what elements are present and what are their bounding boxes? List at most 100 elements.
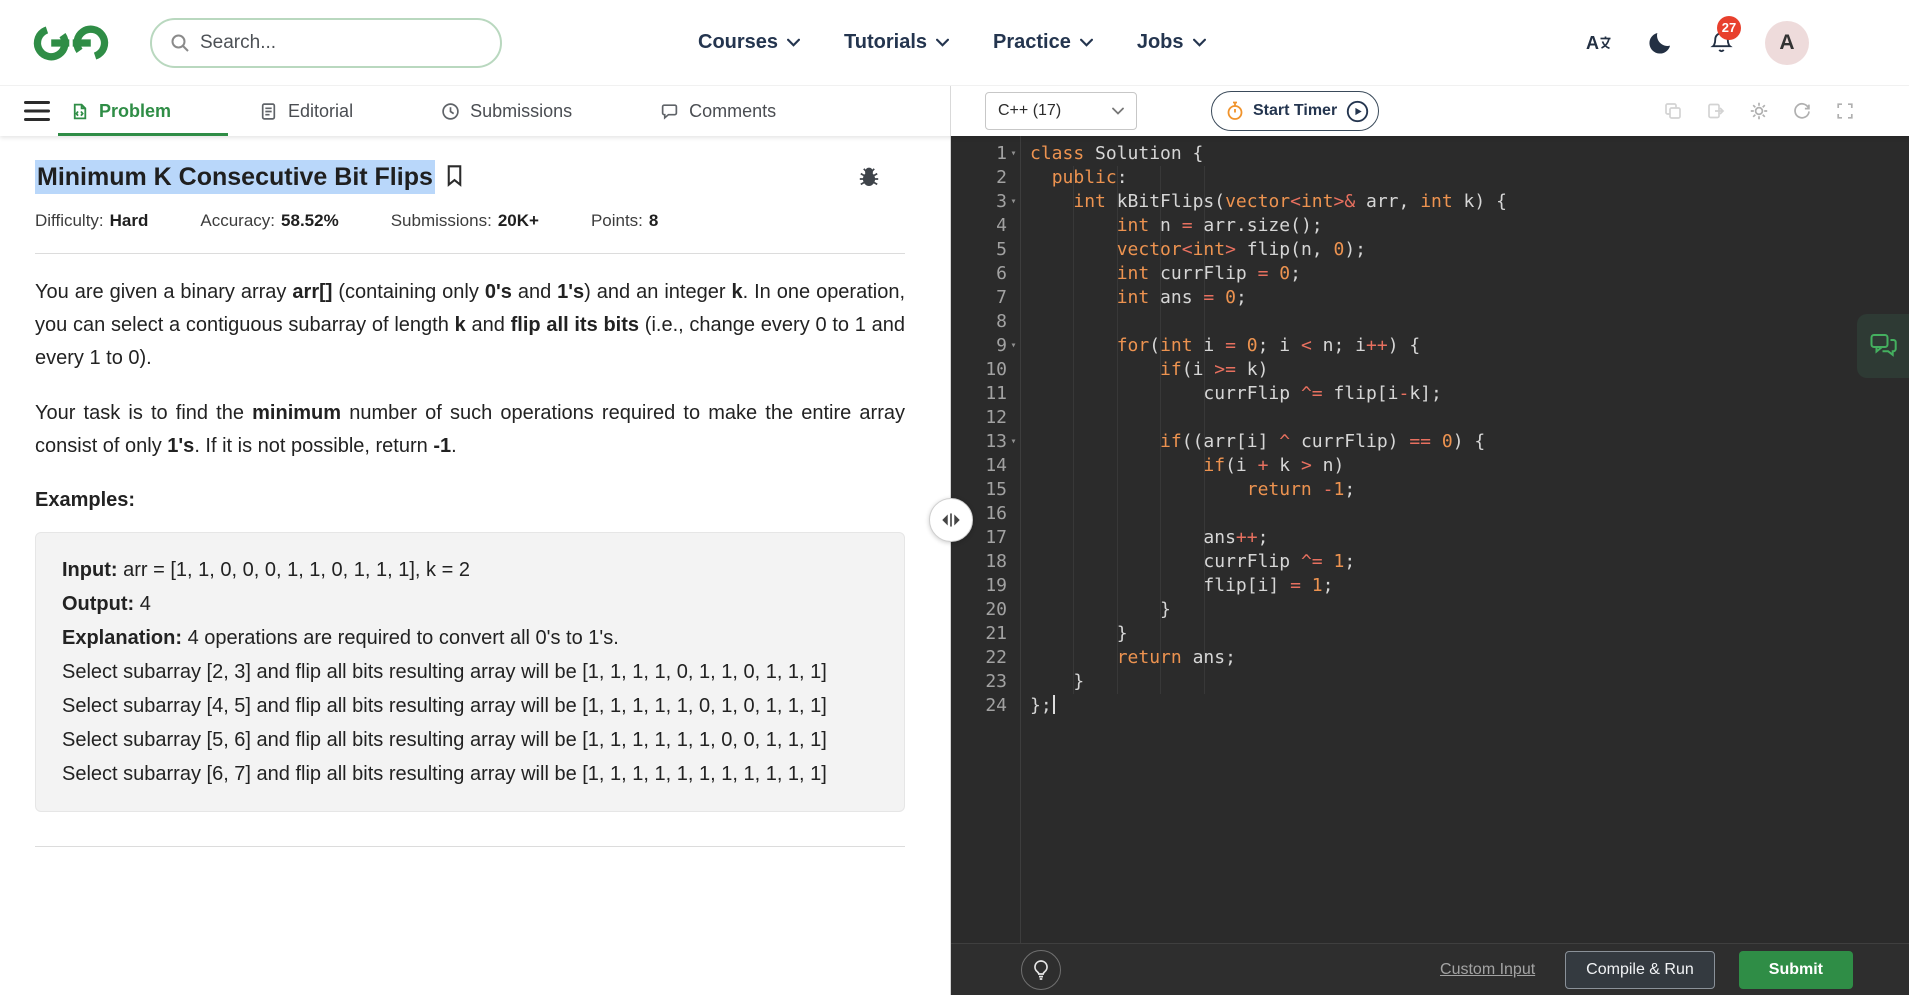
code-line: 20 } [985,599,1171,620]
code-line: 23 } [985,671,1085,692]
submissions-icon [441,102,460,121]
code-line: 8 [996,311,1007,332]
menu-item-label: Jobs [1136,31,1184,53]
problem-panel: Minimum K Consecutive Bit Flips Difficul… [0,136,951,995]
fullscreen-icon[interactable] [1835,101,1855,121]
code-line: 15 return -1; [985,479,1356,500]
tab-problem[interactable]: Problem [70,101,171,122]
tab-label: Editorial [288,100,354,121]
gfg-logo[interactable] [28,21,114,65]
difficulty-meta: Difficulty: Hard [35,211,149,231]
code-line: 11 currFlip ^= flip[i-k]; [985,383,1442,404]
export-icon[interactable] [1706,101,1726,121]
code-line: 12 [985,407,1007,428]
code-line: 16 [985,503,1007,524]
example-box: Input: arr = [1, 1, 0, 0, 0, 1, 1, 0, 1,… [35,532,905,813]
points-meta: Points: 8 [590,211,659,231]
svg-text:A: A [1586,33,1599,53]
hint-bulb-icon[interactable] [1021,949,1061,990]
menu-item-practice[interactable]: Practice [993,31,1093,54]
translate-icon[interactable]: A [1582,26,1616,60]
code-line: 9 ▾ for(int i = 0; i < n; i++) { [996,335,1421,356]
example-line: Input: arr = [1, 1, 0, 0, 0, 1, 1, 0, 1,… [62,559,470,582]
search-icon [170,33,190,53]
example-line: Output: 4 [62,593,151,616]
tab-comments[interactable]: Comments [660,101,776,122]
menu-item-jobs[interactable]: Jobs [1137,31,1206,54]
gfg-logo-icon [33,25,109,60]
code-line: 21 } [985,623,1128,644]
menu-item-label: Practice [993,31,1071,53]
tab-editorial[interactable]: Editorial [259,101,353,122]
code-line: 22 return ans; [985,647,1236,668]
menu-item-tutorials[interactable]: Tutorials [844,31,949,54]
chat-fab-button[interactable] [1857,314,1909,378]
hamburger-icon[interactable] [24,101,50,121]
drag-handle-icon [942,513,960,527]
bookmark-icon[interactable] [445,164,464,187]
submit-button[interactable]: Submit [1738,950,1853,989]
code-line: 3 ▾ int kBitFlips(vector<int>& arr, int k… [996,191,1507,212]
top-navbar: Courses Tutorials Practice Jobs A 27 A [0,0,1909,86]
chevron-down-icon [1112,107,1124,115]
menu-item-courses[interactable]: Courses [698,31,801,54]
avatar-letter: A [1779,30,1795,54]
examples-heading: Examples: [35,489,136,512]
code-line: 24}; [951,694,1909,718]
dark-mode-moon-icon[interactable] [1643,26,1677,60]
problem-paragraph: Your task is to find the minimum number … [35,402,905,458]
tab-label: Submissions [470,100,573,121]
search-input[interactable] [200,31,482,54]
notification-badge: 27 [1717,15,1741,40]
problem-paragraph: You are given a binary array arr[] (cont… [35,281,906,370]
chevron-down-icon [1192,38,1206,47]
search-box[interactable] [150,17,502,68]
code-line: 5 vector<int> flip(n, 0); [996,239,1367,260]
problem-tabbar: Problem Editorial Submissions Comments [0,86,951,136]
tab-label: Comments [689,100,777,121]
divider [35,253,905,255]
editor-footer: Custom Input Compile & Run Submit [951,943,1909,995]
code-line: 17 ans++; [985,527,1269,548]
code-line: 6 int currFlip = 0; [996,263,1301,284]
avatar[interactable]: A [1765,20,1809,65]
start-timer-button[interactable]: Start Timer [1211,91,1380,131]
notifications-bell-icon[interactable]: 27 [1704,15,1741,60]
example-line: Select subarray [6, 7] and flip all bits… [62,763,827,786]
problem-meta: Difficulty: Hard Accuracy: 58.52% Submissi… [35,211,905,231]
compile-run-button[interactable]: Compile & Run [1565,950,1715,989]
example-line: Select subarray [5, 6] and flip all bits… [62,729,827,752]
accuracy-meta: Accuracy: 58.52% [200,211,339,231]
bug-report-icon[interactable] [857,165,881,189]
start-timer-label: Start Timer [1253,102,1338,119]
code-line: 1 ▾ class Solution { [996,143,1204,164]
language-select[interactable]: C++ (17) [985,92,1137,130]
menu-item-label: Tutorials [844,31,927,53]
example-line: Explanation: 4 operations are required t… [62,627,619,650]
code-editor[interactable]: 1 ▾ class Solution { 2 public: 3 ▾ int kBitFl… [951,136,1909,943]
secondary-bar: Problem Editorial Submissions Comments C… [0,86,1909,136]
gear-icon[interactable] [1749,101,1769,121]
code-line: 2 public: [996,167,1128,188]
code-line: 19 flip[i] = 1; [985,575,1334,596]
code-line: 7 int ans = 0; [996,287,1247,308]
editorial-icon [259,102,278,121]
copy-icon[interactable] [1663,101,1683,121]
custom-input-link[interactable]: Custom Input [1440,961,1535,979]
tab-label: Problem [99,100,172,121]
navbar-right-icons: A 27 A [1582,15,1809,65]
chat-icon [1870,334,1897,357]
tab-submissions[interactable]: Submissions [441,101,572,122]
divider [35,846,905,848]
play-circle-icon [1346,100,1369,123]
code-line: 4 int n = arr.size(); [996,215,1323,236]
code-lines[interactable]: 1 ▾ class Solution { 2 public: 3 ▾ int kBitFl… [951,136,1909,718]
code-line: 10 if(i >= k) [985,359,1269,380]
reset-code-icon[interactable] [1792,101,1812,121]
problem-icon [70,102,89,121]
editor-action-icons [1663,101,1855,121]
chevron-down-icon [787,38,801,47]
active-tab-underline [58,133,228,136]
split-drag-handle[interactable] [929,498,973,542]
submissions-meta: Submissions: 20K+ [390,211,539,231]
